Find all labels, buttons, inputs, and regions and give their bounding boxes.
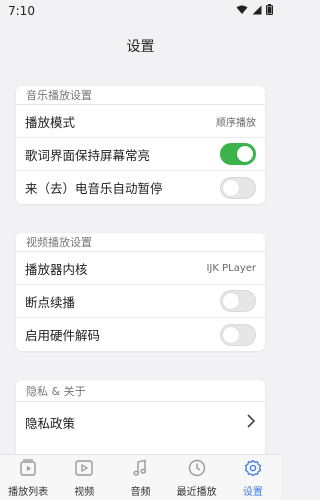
lyrics-keep-screen-on-label: 歌词界面保持屏幕常亮 [25, 147, 151, 163]
nav-label: 音频 [130, 487, 151, 498]
resume-playback-label: 断点续播 [25, 294, 76, 310]
player-core-value: IJK PLayer [206, 262, 256, 274]
player-core-row[interactable]: 播放器内核 IJK PLayer [16, 252, 265, 285]
playlist-icon [17, 457, 39, 483]
privacy-card: 隐私 & 关于 隐私政策 [16, 380, 265, 460]
video-settings-card: 视频播放设置 播放器内核 IJK PLayer 断点续播 启用硬件解码 [16, 233, 265, 351]
status-time: 7:10 [8, 4, 35, 18]
nav-item-video[interactable]: 视频 [56, 457, 112, 498]
toggle-knob [223, 179, 239, 196]
resume-playback-toggle[interactable] [220, 290, 256, 312]
auto-pause-label: 来（去）电音乐自动暂停 [25, 181, 163, 196]
nav-label: 播放列表 [8, 487, 49, 498]
status-icons [236, 4, 273, 18]
nav-item-recent[interactable]: 最近播放 [169, 457, 225, 498]
music-note-icon [129, 457, 151, 483]
nav-item-audio[interactable]: 音频 [112, 457, 168, 498]
hardware-decode-label: 启用硬件解码 [25, 328, 101, 343]
nav-label: 视频 [74, 487, 95, 498]
toggle-knob [237, 146, 253, 162]
bottom-nav: 播放列表 视频 音频 最近播放 设置 [0, 454, 281, 500]
music-section-title: 音乐播放设置 [16, 86, 265, 105]
clock-icon [186, 457, 208, 483]
auto-pause-row: 来（去）电音乐自动暂停 [16, 171, 265, 204]
lyrics-keep-screen-on-toggle[interactable] [220, 143, 256, 165]
nav-label: 设置 [242, 487, 263, 498]
signal-icon [252, 4, 262, 18]
gear-icon [242, 457, 264, 483]
hardware-decode-row: 启用硬件解码 [16, 318, 265, 351]
privacy-policy-label: 隐私政策 [25, 415, 76, 431]
music-settings-card: 音乐播放设置 播放模式 顺序播放 歌词界面保持屏幕常亮 来（去）电音乐自动暂停 [16, 86, 265, 204]
play-mode-label: 播放模式 [25, 114, 76, 130]
toggle-knob [223, 326, 239, 343]
nav-label: 最近播放 [176, 487, 217, 498]
nav-item-playlist[interactable]: 播放列表 [0, 457, 56, 498]
resume-playback-row: 断点续播 [16, 285, 265, 318]
nav-item-settings[interactable]: 设置 [225, 457, 281, 498]
lyrics-keep-screen-on-row: 歌词界面保持屏幕常亮 [16, 138, 265, 171]
video-section-title: 视频播放设置 [16, 233, 265, 252]
video-icon [73, 457, 95, 483]
status-bar: 7:10 [0, 0, 281, 22]
privacy-policy-row[interactable]: 隐私政策 [16, 402, 265, 442]
toggle-knob [223, 293, 239, 309]
wifi-icon [236, 4, 248, 18]
hardware-decode-toggle[interactable] [220, 323, 256, 346]
privacy-section-title: 隐私 & 关于 [16, 380, 265, 402]
page-title: 设置 [126, 39, 155, 55]
play-mode-value: 顺序播放 [216, 117, 256, 129]
battery-icon [266, 4, 273, 18]
play-mode-row[interactable]: 播放模式 顺序播放 [16, 105, 265, 138]
chevron-right-icon [246, 413, 256, 431]
auto-pause-toggle[interactable] [220, 176, 256, 199]
app-header: 设置 [0, 22, 281, 70]
player-core-label: 播放器内核 [25, 261, 88, 277]
